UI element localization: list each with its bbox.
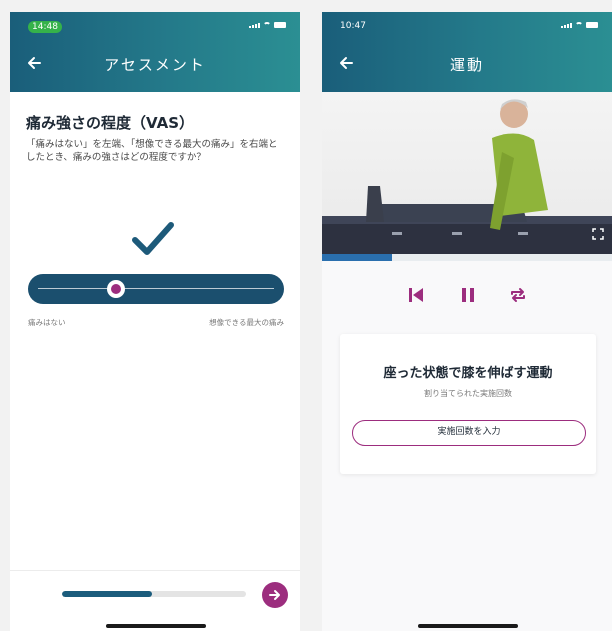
status-bar: 14:48 [10,12,300,38]
status-icons [249,22,286,28]
app-header: 14:48 アセスメント [10,12,300,92]
question-text: 「痛みはない」を左端、「想像できる最大の痛み」を右端としたとき、痛みの強さはどの… [26,139,278,163]
nav-row: 運動 [322,50,612,76]
playback-controls [322,284,612,306]
vas-slider-line [38,288,274,289]
person-shoes [366,186,384,222]
battery-icon [586,22,598,28]
signal-icon [249,23,260,28]
page-title: アセスメント [104,56,206,74]
assessment-progress-fill [62,591,153,597]
battery-icon [274,22,286,28]
vas-slider-thumb-dot [110,284,121,294]
pause-icon[interactable] [457,284,479,306]
status-time: 10:47 [340,21,366,31]
fullscreen-icon[interactable] [592,228,604,240]
next-arrow-icon [269,590,280,600]
bench-shape [322,220,612,254]
home-indicator [418,624,518,628]
vas-slider[interactable] [28,274,284,304]
status-icons [561,22,598,28]
question-title: 痛み強さの程度（VAS） [26,114,195,132]
exercise-video-frame [322,99,612,254]
signal-icon [561,23,572,28]
wifi-icon [263,22,271,28]
input-count-button[interactable]: 実施回数を入力 [352,420,586,446]
exercise-card: 座った状態で膝を伸ばす運動 割り当てられた実施回数 実施回数を入力 [340,334,596,474]
exercise-subtitle: 割り当てられた実施回数 [424,389,512,398]
check-icon [132,222,174,255]
wifi-icon [575,22,583,28]
assessment-progress-bar [62,591,246,597]
nav-row: アセスメント [10,50,300,76]
vas-slider-thumb[interactable] [106,280,125,298]
video-progress-bar[interactable] [322,254,612,261]
repeat-icon[interactable] [507,284,529,306]
video-progress-fill [322,254,392,261]
status-bar: 10:47 [322,12,612,38]
app-header: 10:47 運動 [322,12,612,92]
exercise-video[interactable] [322,92,612,254]
bottom-bar [10,570,300,631]
status-time: 14:48 [28,21,62,33]
skip-back-icon[interactable] [405,284,427,306]
next-button[interactable] [262,582,288,608]
vas-max-label: 想像できる最大の痛み [209,318,284,327]
page-title: 運動 [449,56,484,74]
exercise-screen: 10:47 運動 座った状態で膝を伸ばす運動 割り当てられた実施回数 実施回数を… [322,12,612,631]
exercise-title: 座った状態で膝を伸ばす運動 [383,366,553,381]
home-indicator [106,624,206,628]
assessment-screen: 14:48 アセスメント 痛み強さの程度（VAS） 「痛みはない」を左端、「想像… [10,12,300,631]
vas-min-label: 痛みはない [28,318,66,327]
